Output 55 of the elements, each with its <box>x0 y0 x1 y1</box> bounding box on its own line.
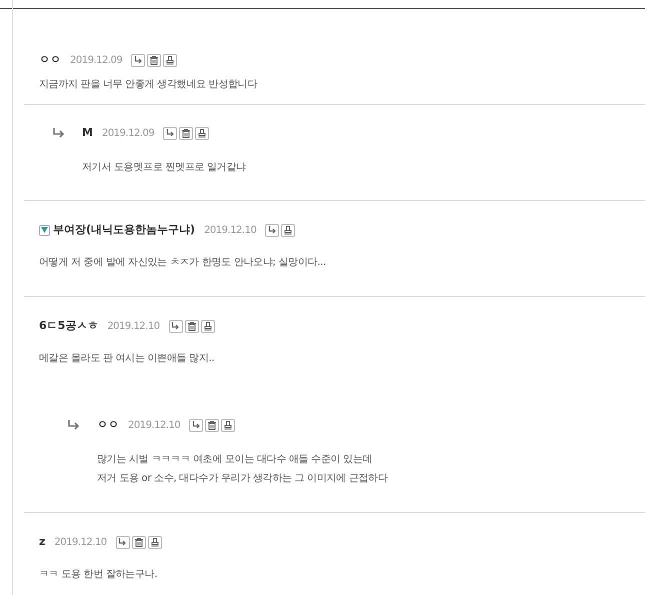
reply-button[interactable] <box>116 536 130 548</box>
author-name[interactable]: ㅇㅇ <box>97 416 119 434</box>
comment-date: 2019.12.10 <box>107 320 160 334</box>
comment-text: 저기서 도용멧프로 찐멧프로 일거같냐 <box>82 161 247 175</box>
delete-button[interactable] <box>132 536 146 548</box>
comment-text: 지금까지 판을 너무 안좋게 생각했네요 반성합니다 <box>39 78 258 92</box>
reply-button[interactable] <box>163 126 178 140</box>
comment-text: 메갈은 몰라도 판 여시는 이쁜애들 많지.. <box>39 352 216 366</box>
comment-date: 2019.12.10 <box>54 536 107 550</box>
reply-arrow-icon <box>166 129 175 137</box>
comment-text: 어떻게 저 중에 발에 자신있는 ㅊㅈ가 한명도 안나오냐; 실망이다... <box>39 256 327 270</box>
reply-button[interactable] <box>168 320 183 332</box>
trash-icon <box>134 538 143 546</box>
comment-date: 2019.12.09 <box>102 126 154 140</box>
comment-text: ㅋㅋ 도용 한번 잘하는구나. <box>39 568 158 582</box>
comment-text: 많기는 시벌 ㅋㅋㅋㅋ 여초에 모이는 대다수 애들 수준이 있는데 <box>97 453 374 467</box>
reply-arrow-icon <box>134 56 143 64</box>
author-name[interactable]: M <box>82 124 93 142</box>
delete-button[interactable] <box>205 418 220 432</box>
delete-button[interactable] <box>147 54 162 66</box>
reply-arrow-icon <box>171 322 180 330</box>
reply-button[interactable] <box>189 418 204 432</box>
comment-date: 2019.12.10 <box>128 418 180 432</box>
trash-icon <box>182 128 190 138</box>
stamp-icon <box>166 56 174 64</box>
reply-arrow-icon <box>52 128 66 138</box>
stamp-icon <box>284 226 292 234</box>
reply-arrow-icon <box>192 421 201 429</box>
stamp-icon <box>198 128 206 138</box>
stamp-icon <box>224 420 232 430</box>
author-name[interactable]: z <box>39 534 46 550</box>
trash-icon <box>150 56 158 64</box>
author-name[interactable]: 6ㄷ5공ㅅㅎ <box>39 318 98 334</box>
report-button[interactable] <box>221 418 236 432</box>
report-button[interactable] <box>195 126 210 140</box>
delete-button[interactable] <box>179 126 194 140</box>
author-name[interactable]: 부여장(내닉도용한놈누구냐) <box>53 222 196 238</box>
reply-arrow-icon <box>118 538 128 546</box>
reply-arrow-icon <box>268 226 277 234</box>
stamp-icon <box>204 322 212 330</box>
trash-icon <box>208 420 216 430</box>
comment-date: 2019.12.10 <box>204 224 256 238</box>
reply-arrow-icon <box>67 420 81 430</box>
author-name[interactable]: ㅇㅇ <box>39 52 61 68</box>
delete-button[interactable] <box>184 320 199 332</box>
report-button[interactable] <box>163 54 178 66</box>
report-button[interactable] <box>281 224 296 236</box>
reply-button[interactable] <box>265 224 280 236</box>
trash-icon <box>188 322 196 330</box>
reply-button[interactable] <box>131 54 146 66</box>
report-button[interactable] <box>200 320 215 332</box>
comment-date: 2019.12.09 <box>70 54 122 68</box>
comment-text: 저거 도용 or 소수, 대다수가 우리가 생각하는 그 이미지에 근접하다 <box>97 472 389 486</box>
stamp-icon <box>150 538 159 546</box>
report-button[interactable] <box>148 536 162 548</box>
